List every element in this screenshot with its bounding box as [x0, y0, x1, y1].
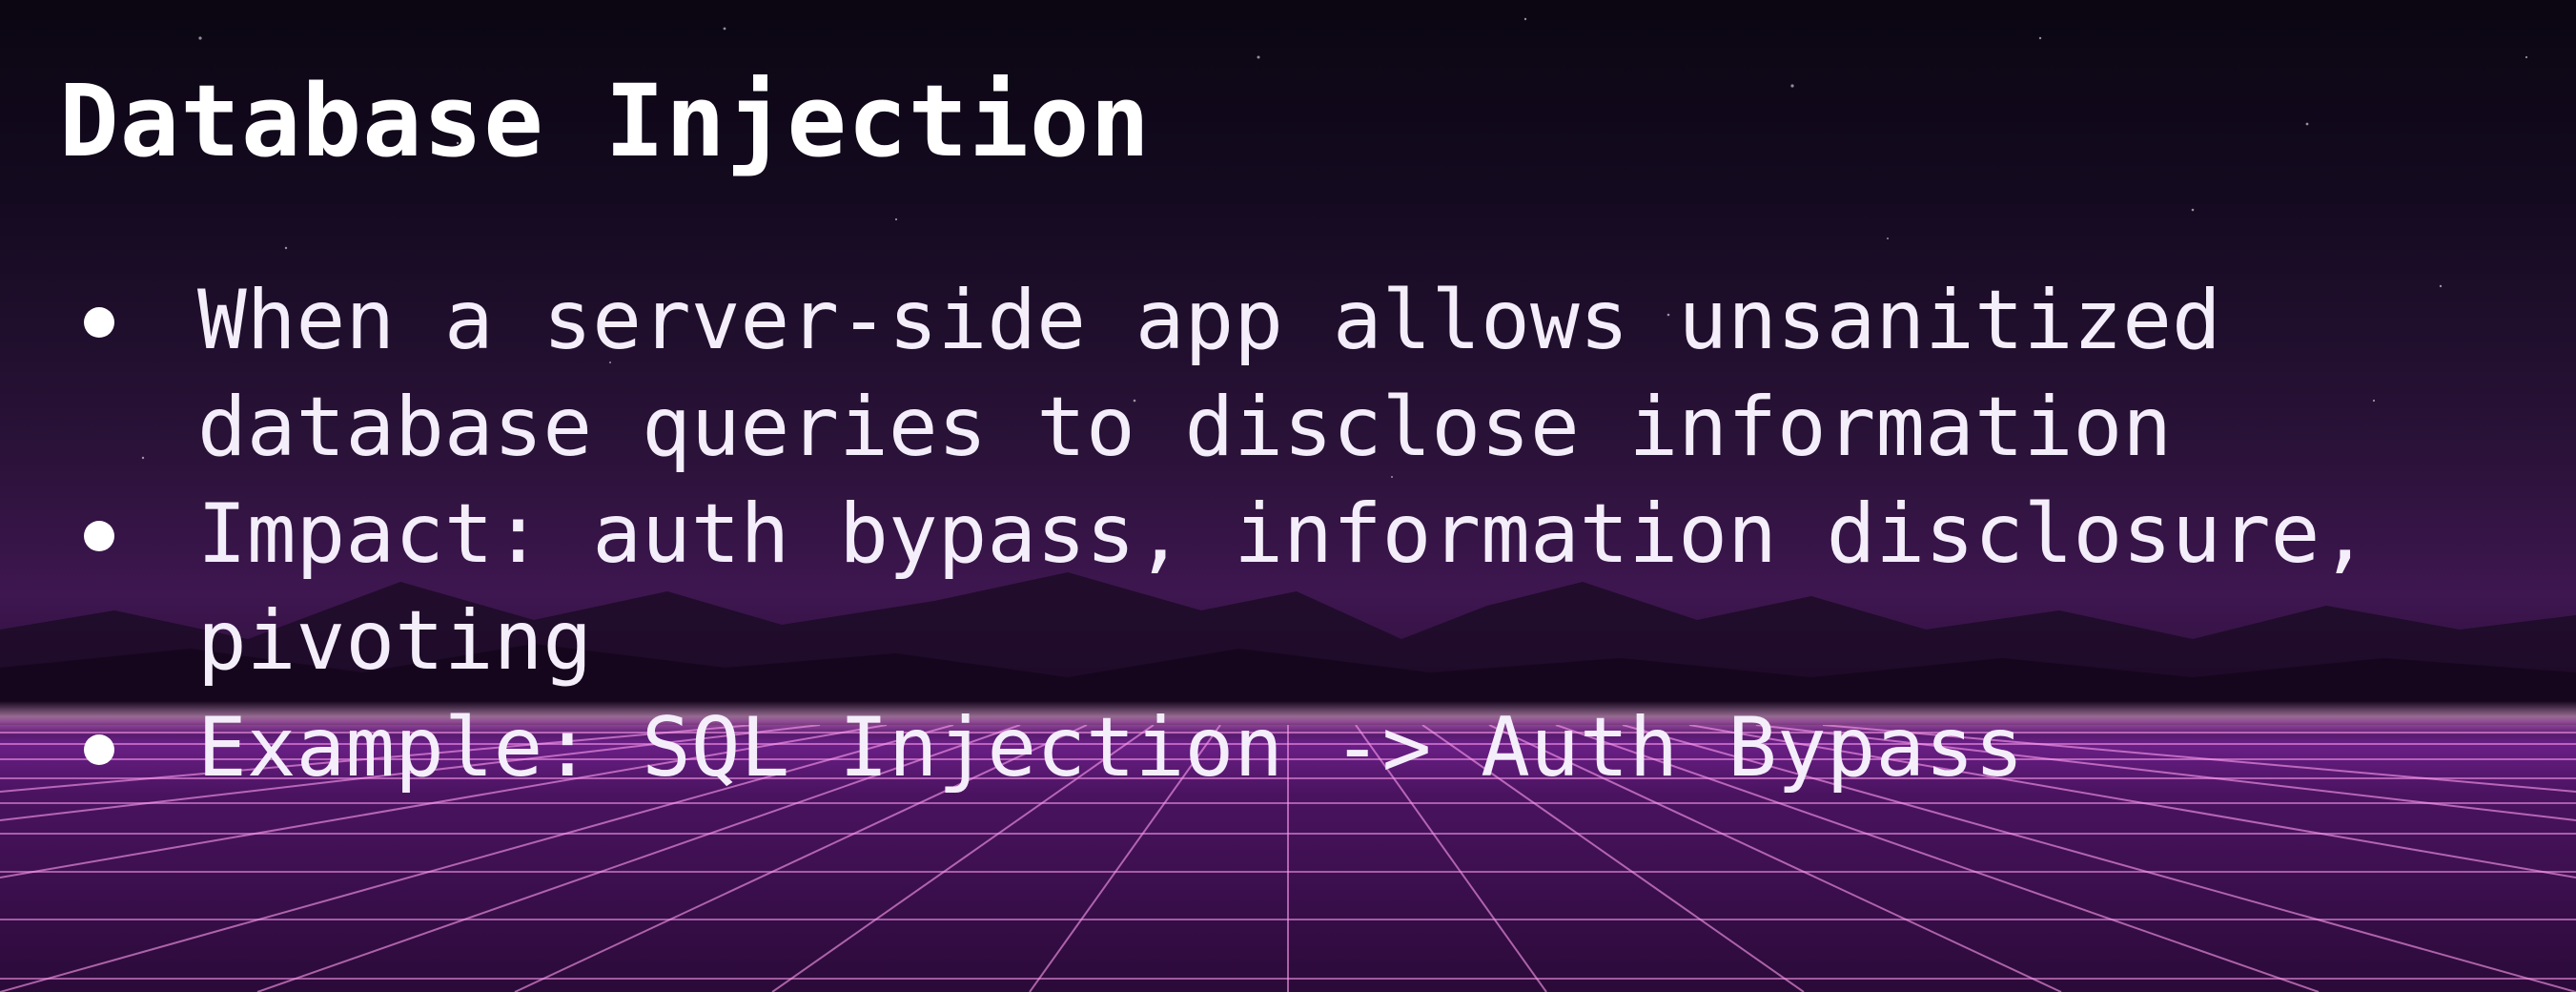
bullet-line: Example: SQL Injection -> Auth Bypass [197, 700, 2024, 796]
bullet-dot-icon [84, 734, 114, 765]
bullet-line: Impact: auth bypass, information disclos… [197, 486, 2370, 582]
bullet-item: Example: SQL Injection -> Auth Bypass [59, 694, 2538, 801]
slide: Database Injection When a server-side ap… [0, 0, 2576, 992]
bullet-line: pivoting [197, 593, 593, 689]
slide-content: Database Injection When a server-side ap… [0, 0, 2576, 992]
bullet-list: When a server-side app allows unsanitize… [59, 267, 2538, 801]
slide-title: Database Injection [59, 63, 1152, 179]
bullet-item: Impact: auth bypass, information disclos… [59, 481, 2538, 694]
bullet-line: database queries to disclose information [197, 380, 2173, 475]
bullet-line: When a server-side app allows unsanitize… [197, 273, 2221, 368]
bullet-item: When a server-side app allows unsanitize… [59, 267, 2538, 481]
bullet-dot-icon [84, 521, 114, 551]
bullet-dot-icon [84, 307, 114, 338]
